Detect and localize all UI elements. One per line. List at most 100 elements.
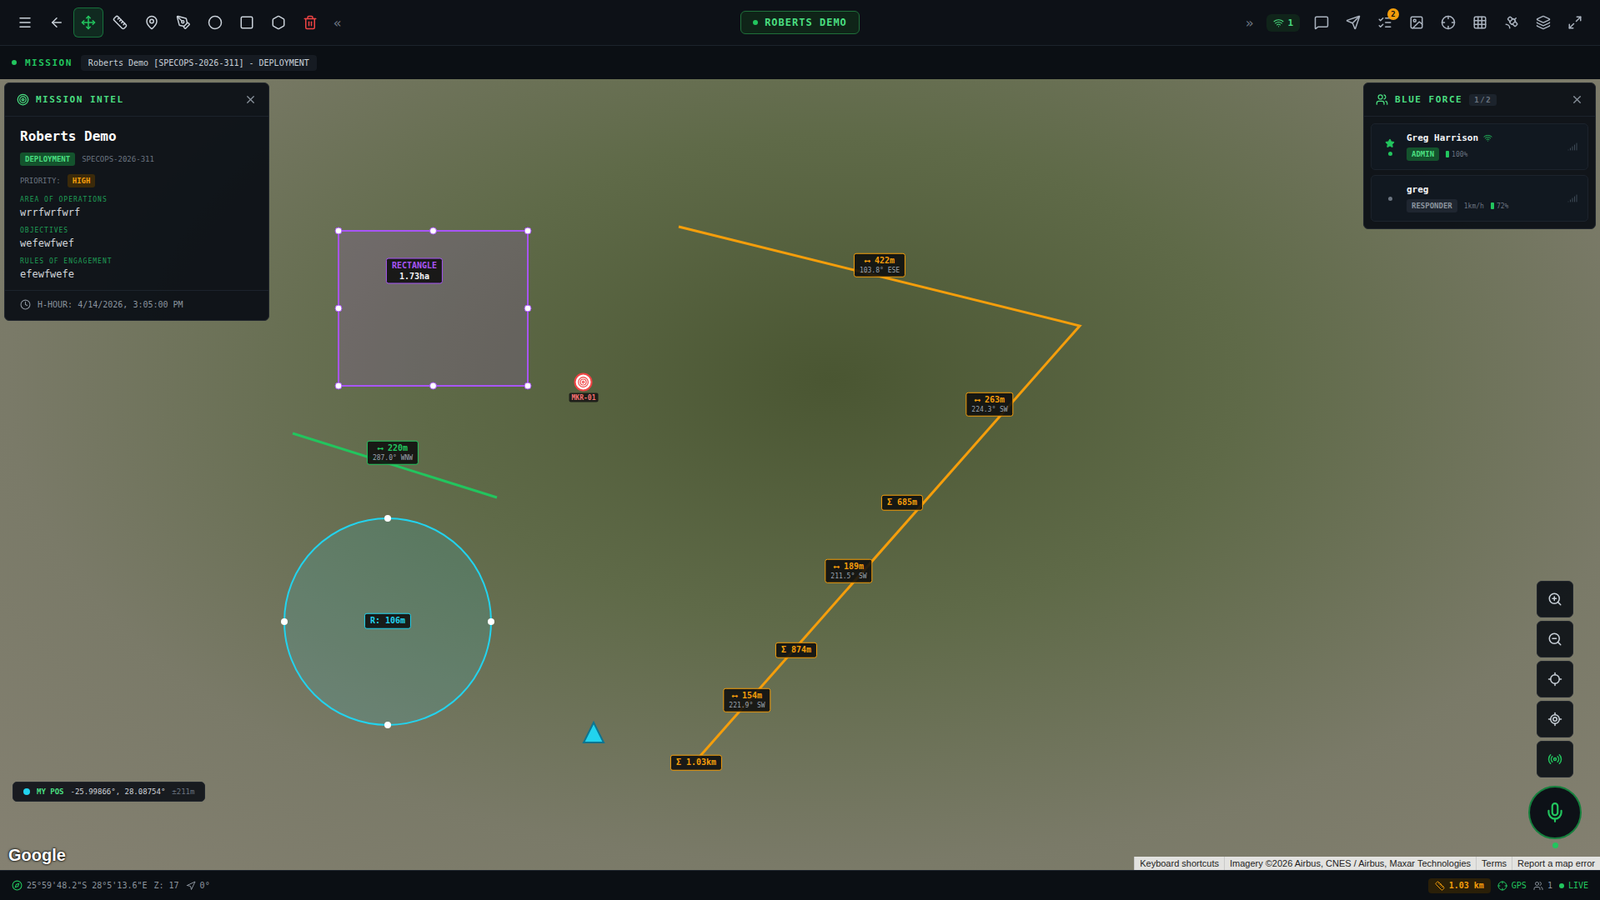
circle-icon — [207, 15, 223, 31]
recenter-button[interactable] — [1536, 661, 1574, 698]
shape-handle[interactable] — [335, 227, 342, 235]
shape-handle[interactable] — [524, 382, 532, 390]
draw-button[interactable] — [168, 7, 199, 38]
field-label: OBJECTIVES — [20, 226, 254, 235]
mission-dot — [11, 60, 17, 66]
grid-button[interactable] — [1464, 7, 1495, 38]
pin-icon — [144, 15, 160, 31]
map-attribution: Keyboard shortcutsImagery ©2026 Airbus, … — [1133, 857, 1600, 871]
shape-handle[interactable] — [430, 382, 437, 390]
mission-text: Roberts Demo [SPECOPS-2026-311] - DEPLOY… — [80, 55, 317, 71]
close-icon — [244, 93, 257, 106]
panel-body: Roberts DemoDEPLOYMENTSPECOPS-2026-311PR… — [5, 116, 269, 291]
panel-title: MISSION INTEL — [35, 94, 238, 106]
segment-label: ⟷ 189m211.5° SW — [824, 559, 873, 584]
target-icon — [16, 93, 30, 106]
shape-handle[interactable] — [384, 722, 392, 729]
close-button[interactable] — [244, 93, 257, 106]
map[interactable]: RECTANGLE1.73ha⟷ 220m287.0° WNWR: 106m⟷ … — [0, 79, 1600, 871]
chat-button[interactable] — [1306, 7, 1337, 38]
route-shape[interactable] — [678, 226, 1080, 764]
mission-label: MISSION — [25, 57, 73, 69]
tasks-button[interactable]: 2 — [1369, 7, 1400, 38]
users-icon — [1533, 881, 1544, 892]
shape-handle[interactable] — [384, 515, 392, 522]
zoom-in-button[interactable] — [1536, 581, 1574, 618]
priority-row: PRIORITY:HIGH — [20, 174, 254, 188]
zoom-out-icon — [1547, 631, 1563, 648]
field-value: efewfwefe — [20, 268, 254, 281]
attribution-link[interactable]: Report a map error — [1511, 857, 1600, 871]
locate-fixed-icon — [1547, 712, 1563, 728]
back-button[interactable] — [41, 7, 72, 38]
push-to-talk-button[interactable] — [1528, 786, 1582, 840]
fullscreen-button[interactable] — [1559, 7, 1590, 38]
field-label: RULES OF ENGAGEMENT — [20, 257, 254, 266]
segment-label: ⟷ 154m221.9° SW — [722, 688, 771, 713]
shape-handle[interactable] — [524, 227, 532, 235]
shape-handle[interactable] — [487, 618, 495, 626]
intel-field: RULES OF ENGAGEMENT efewfwefe — [20, 257, 254, 281]
member-name: greg — [1406, 184, 1560, 196]
member-card[interactable]: Greg HarrisonADMIN100% — [1370, 123, 1589, 171]
my-location-button[interactable] — [1536, 701, 1574, 738]
member-count: 1/2 — [1469, 94, 1497, 106]
zoom-out-button[interactable] — [1536, 621, 1574, 658]
move-button[interactable] — [73, 7, 104, 38]
satellite-button[interactable] — [1496, 7, 1527, 38]
line-shape[interactable] — [292, 433, 497, 498]
shape-handle[interactable] — [280, 618, 288, 626]
shape-handle[interactable] — [335, 305, 342, 312]
user-count: 1 — [1533, 881, 1553, 892]
map-logo: Google — [8, 846, 66, 866]
member-card[interactable]: gregRESPONDER1km/h72% — [1370, 175, 1589, 222]
marker-label: MKR-01 — [569, 393, 599, 403]
h-hour: H-HOUR: 4/14/2026, 3:05:00 PM — [5, 290, 269, 321]
satellite-icon — [1504, 15, 1520, 31]
field-label: AREA OF OPERATIONS — [20, 195, 254, 204]
shape-handle[interactable] — [430, 227, 437, 235]
speed: 1km/h — [1464, 202, 1485, 211]
attribution-link[interactable]: Terms — [1475, 857, 1512, 871]
connection-indicator[interactable]: 1 — [1266, 14, 1300, 32]
send-button[interactable] — [1338, 7, 1369, 38]
map-marker[interactable]: MKR-01 — [569, 373, 599, 403]
menu-icon — [17, 15, 33, 31]
position-accuracy: ±211m — [171, 787, 195, 797]
target-button[interactable] — [1433, 7, 1464, 38]
trash-icon — [302, 15, 318, 31]
rectangle-shape[interactable] — [338, 230, 528, 387]
intel-field: AREA OF OPERATIONSwrrfwrfwrf — [20, 195, 254, 219]
attribution-link[interactable]: Keyboard shortcuts — [1133, 857, 1224, 871]
media-button[interactable] — [1401, 7, 1432, 38]
layers-button[interactable] — [1528, 7, 1559, 38]
intel-field: OBJECTIVES wefewfwef — [20, 226, 254, 250]
menu-button[interactable] — [10, 7, 41, 38]
circle-shape[interactable] — [284, 518, 492, 726]
attribution-link[interactable]: Imagery ©2026 Airbus, CNES / Airbus, Max… — [1223, 857, 1476, 871]
trash-button[interactable] — [295, 7, 326, 38]
radio-icon — [1547, 752, 1563, 768]
pin-button[interactable] — [136, 7, 167, 38]
polygon-button[interactable] — [263, 7, 294, 38]
mic-icon — [1544, 802, 1566, 824]
shape-handle[interactable] — [524, 305, 532, 312]
segment-label: ⟷ 422m103.8° ESE — [853, 253, 906, 278]
circle-button[interactable] — [200, 7, 231, 38]
app-tools: » 1 2 — [859, 7, 1590, 38]
radio-button[interactable] — [1536, 741, 1574, 778]
collapse-button[interactable]: « — [326, 15, 349, 31]
measure-distance: 1.03 km — [1428, 878, 1491, 894]
gps-icon — [1497, 881, 1508, 892]
online-dot — [1388, 151, 1393, 156]
priority-label: PRIORITY: — [20, 176, 61, 186]
expand-button[interactable]: » — [1238, 15, 1261, 31]
shape-handle[interactable] — [335, 382, 342, 390]
mission-bar: MISSION Roberts Demo [SPECOPS-2026-311] -… — [0, 45, 1600, 80]
star-icon — [1384, 138, 1395, 149]
ruler-button[interactable] — [105, 7, 136, 38]
field-value: wefewfwef — [20, 237, 254, 250]
rectangle-button[interactable] — [231, 7, 262, 38]
close-button[interactable] — [1570, 93, 1584, 106]
panel-title: BLUE FORCE 1/2 — [1394, 94, 1565, 106]
